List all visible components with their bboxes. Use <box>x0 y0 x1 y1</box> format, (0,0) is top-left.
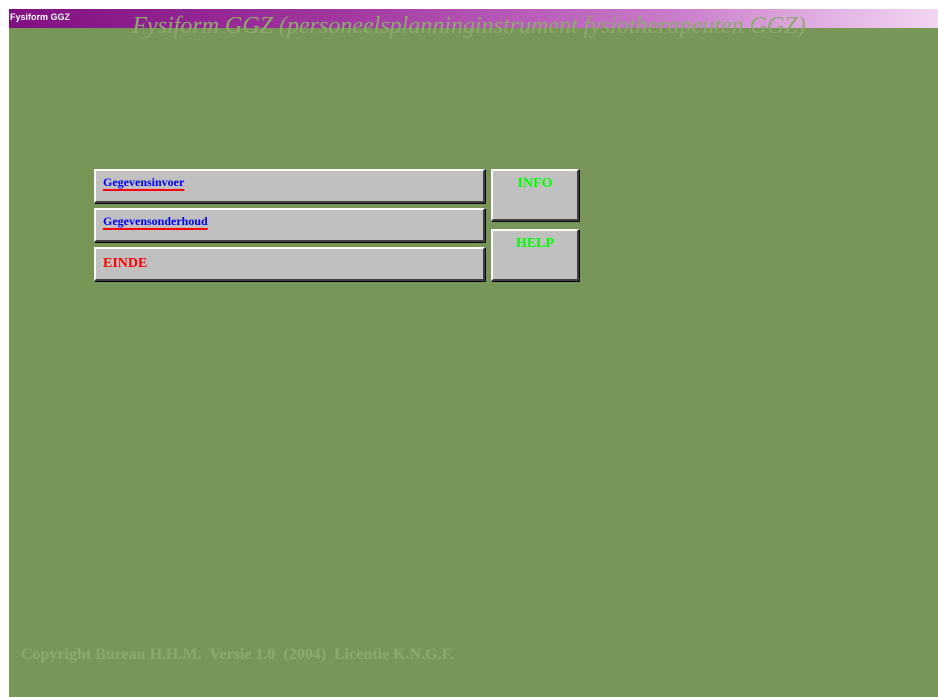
page-title: Fysiform GGZ (personeelsplanninginstrume… <box>132 13 806 39</box>
info-label: INFO <box>517 176 553 191</box>
main-form <box>9 28 938 697</box>
help-button[interactable]: HELP <box>491 229 579 281</box>
einde-button[interactable]: EINDE <box>94 247 485 281</box>
einde-label: EINDE <box>103 256 148 271</box>
copyright-footer: Copyright Bureau H.H.M. Versie 1.0 (2004… <box>21 646 454 663</box>
info-button[interactable]: INFO <box>491 169 579 221</box>
gegevensinvoer-label: Gegevensinvoer <box>103 175 185 189</box>
gegevensonderhoud-button[interactable]: Gegevensonderhoud <box>94 208 485 242</box>
gegevensonderhoud-label: Gegevensonderhoud <box>103 214 208 228</box>
help-label: HELP <box>515 236 555 251</box>
gegevensinvoer-button[interactable]: Gegevensinvoer <box>94 169 485 203</box>
